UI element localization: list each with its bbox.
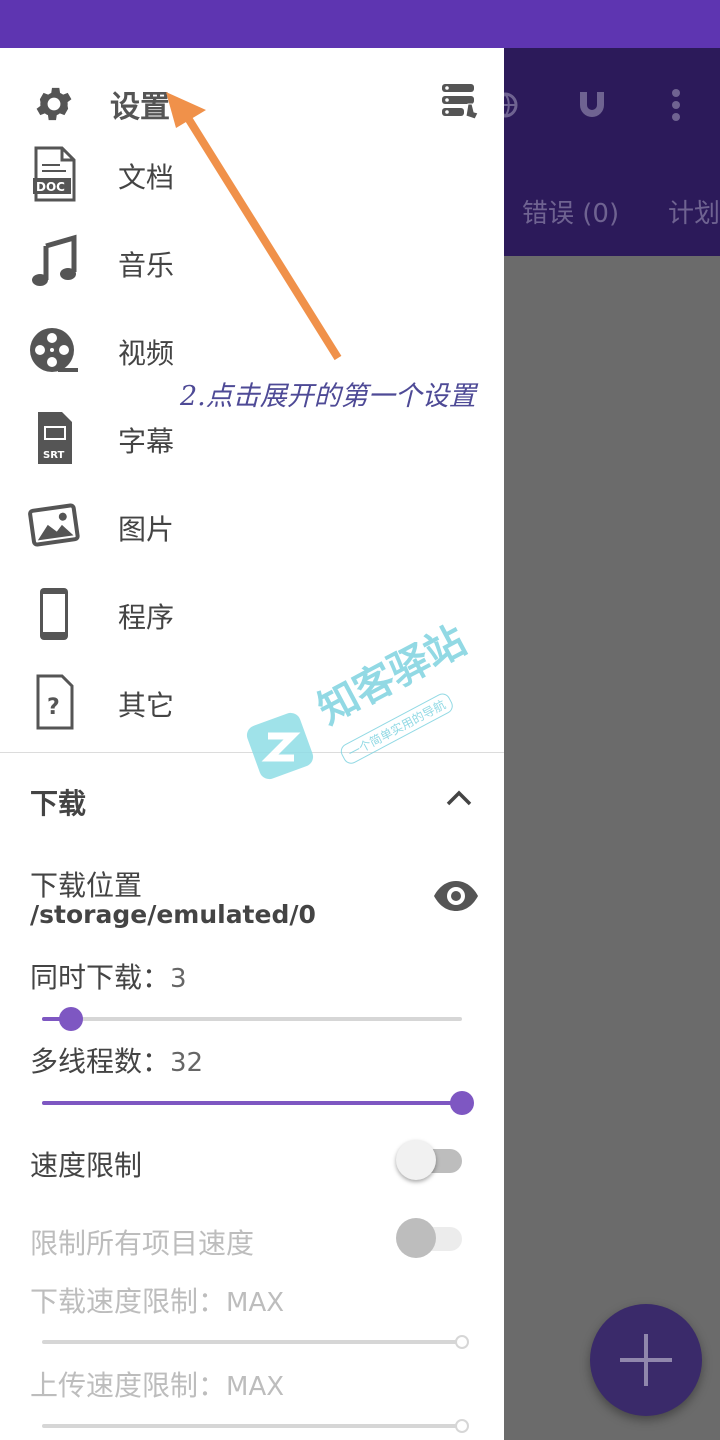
category-documents[interactable]: DOC 文档 xyxy=(0,134,504,214)
download-limit-value: MAX xyxy=(226,1288,285,1318)
slider-track xyxy=(42,1340,462,1344)
slider-thumb[interactable] xyxy=(59,1007,84,1031)
download-speed-limit-label: 下载速度限制：MAX xyxy=(30,1280,284,1320)
upload-limit-value: MAX xyxy=(226,1372,285,1402)
upload-speed-slider[interactable] xyxy=(42,1414,469,1438)
category-label: 程序 xyxy=(118,601,175,634)
limit-all-switch[interactable] xyxy=(396,1218,462,1258)
threads-label-text: 多线程数： xyxy=(30,1045,171,1078)
magnet-icon[interactable] xyxy=(576,88,608,120)
concurrent-downloads-slider[interactable] xyxy=(42,1007,462,1031)
threads-value: 32 xyxy=(170,1048,204,1078)
more-vert-icon[interactable] xyxy=(668,88,684,122)
concurrent-downloads-label: 同时下载：3 xyxy=(30,956,187,996)
category-music[interactable]: 音乐 xyxy=(0,222,504,302)
add-download-fab[interactable] xyxy=(590,1304,702,1416)
gear-icon[interactable] xyxy=(32,82,76,126)
eye-icon[interactable] xyxy=(432,880,480,912)
status-bar xyxy=(0,0,720,48)
concurrent-value: 3 xyxy=(170,964,187,994)
category-label: 视频 xyxy=(118,337,175,370)
limit-all-label: 限制所有项目速度 xyxy=(30,1227,255,1260)
switch-knob xyxy=(396,1140,436,1180)
threads-label: 多线程数：32 xyxy=(30,1040,203,1080)
server-settings-icon[interactable] xyxy=(440,82,480,120)
phone-icon xyxy=(40,588,68,640)
slider-thumb[interactable] xyxy=(450,1091,474,1115)
settings-title[interactable]: 设置 xyxy=(110,82,170,126)
slider-track xyxy=(42,1017,462,1021)
download-limit-label-text: 下载速度限制： xyxy=(30,1285,227,1318)
speed-limit-label: 速度限制 xyxy=(30,1149,143,1182)
download-speed-slider[interactable] xyxy=(42,1330,469,1354)
doc-file-icon: DOC xyxy=(33,146,76,202)
watermark-logo-icon xyxy=(246,712,314,780)
category-label: 其它 xyxy=(118,689,175,722)
download-section-title[interactable]: 下载 xyxy=(30,782,86,822)
switch-knob xyxy=(396,1218,436,1258)
picture-icon xyxy=(28,503,80,547)
category-label: 图片 xyxy=(118,513,175,546)
category-label: 文档 xyxy=(118,161,175,194)
slider-thumb[interactable] xyxy=(455,1335,469,1349)
svg-text:?: ? xyxy=(47,695,60,720)
slider-thumb[interactable] xyxy=(455,1419,469,1433)
download-location-label: 下载位置 xyxy=(30,869,143,902)
concurrent-label-text: 同时下载： xyxy=(30,961,171,994)
tab-scheduled[interactable]: 计划 xyxy=(668,193,720,230)
speed-limit-switch[interactable] xyxy=(396,1140,462,1180)
slider-fill xyxy=(42,1101,462,1105)
annotation-text: 2.点击展开的第一个设置 xyxy=(180,381,476,412)
srt-file-icon: SRT xyxy=(38,412,72,464)
download-location-path[interactable]: /storage/emulated/0 xyxy=(30,900,316,929)
threads-slider[interactable] xyxy=(42,1091,474,1115)
category-label: 音乐 xyxy=(118,249,175,282)
watermark: 知客驿站 一个简单实用的导航 xyxy=(240,618,474,810)
slider-track xyxy=(42,1424,462,1428)
upload-speed-limit-label: 上传速度限制：MAX xyxy=(30,1364,284,1404)
unknown-file-icon: ? xyxy=(36,674,74,730)
category-pictures[interactable]: 图片 xyxy=(0,486,504,566)
svg-text:DOC: DOC xyxy=(36,180,65,194)
upload-limit-label-text: 上传速度限制： xyxy=(30,1369,227,1402)
film-reel-icon xyxy=(30,328,78,372)
tab-errors[interactable]: 错误 (0) xyxy=(522,193,619,230)
category-label: 字幕 xyxy=(118,425,175,458)
music-note-icon xyxy=(32,234,77,286)
svg-text:SRT: SRT xyxy=(43,450,64,461)
